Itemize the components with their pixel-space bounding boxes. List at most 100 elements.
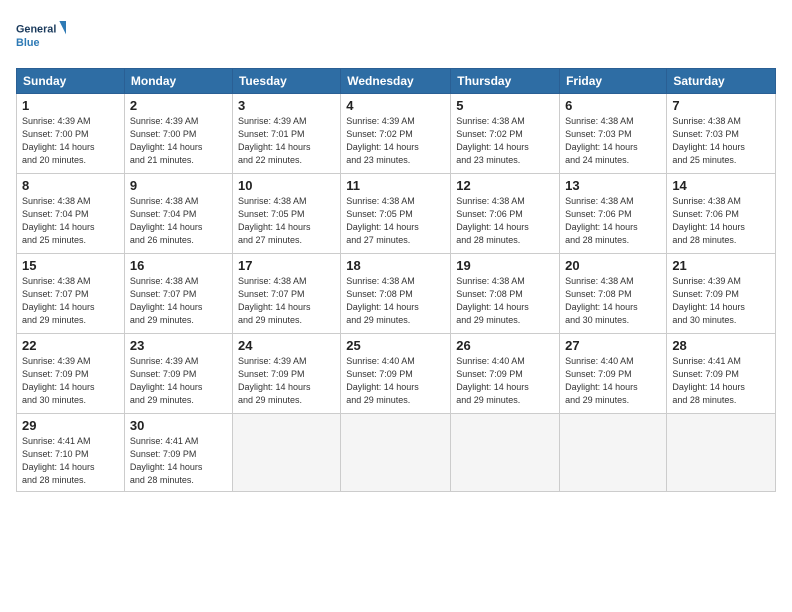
weekday-friday: Friday <box>560 69 667 94</box>
day-info: Sunrise: 4:41 AM Sunset: 7:09 PM Dayligh… <box>672 355 770 407</box>
calendar-cell: 16Sunrise: 4:38 AM Sunset: 7:07 PM Dayli… <box>124 254 232 334</box>
calendar-cell: 11 Sunrise: 4:38 AM Sunset: 7:05 PM Dayli… <box>341 174 451 254</box>
day-info: Sunrise: 4:38 AM Sunset: 7:06 PM Dayligh… <box>672 195 770 247</box>
day-info: Sunrise: 4:39 AM Sunset: 7:09 PM Dayligh… <box>672 275 770 327</box>
day-number: 27 <box>565 338 661 353</box>
weekday-sunday: Sunday <box>17 69 125 94</box>
day-number: 11 <box>346 178 445 193</box>
day-info: Sunrise: 4:38 AM Sunset: 7:06 PM Dayligh… <box>456 195 554 247</box>
svg-text:Blue: Blue <box>16 37 39 49</box>
calendar-cell: 5 Sunrise: 4:38 AM Sunset: 7:02 PM Daylig… <box>451 94 560 174</box>
day-number: 28 <box>672 338 770 353</box>
weekday-thursday: Thursday <box>451 69 560 94</box>
calendar-cell: 29 Sunrise: 4:41 AM Sunset: 7:10 PM Dayli… <box>17 414 125 492</box>
calendar-body: 1 Sunrise: 4:39 AM Sunset: 7:00 PM Daylig… <box>17 94 776 492</box>
day-number: 12 <box>456 178 554 193</box>
logo: General Blue <box>16 16 66 56</box>
calendar-cell: 19 Sunrise: 4:38 AM Sunset: 7:08 PM Dayli… <box>451 254 560 334</box>
day-info: Sunrise: 4:39 AM Sunset: 7:09 PM Dayligh… <box>130 355 227 407</box>
day-info: Sunrise: 4:39 AM Sunset: 7:02 PM Dayligh… <box>346 115 445 167</box>
week-row-5: 29 Sunrise: 4:41 AM Sunset: 7:10 PM Dayli… <box>17 414 776 492</box>
calendar-cell: 12 Sunrise: 4:38 AM Sunset: 7:06 PM Dayli… <box>451 174 560 254</box>
day-number: 17 <box>238 258 335 273</box>
calendar-cell: 20 Sunrise: 4:38 AM Sunset: 7:08 PM Dayli… <box>560 254 667 334</box>
day-number: 13 <box>565 178 661 193</box>
weekday-tuesday: Tuesday <box>232 69 340 94</box>
calendar-cell: 30 Sunrise: 4:41 AM Sunset: 7:09 PM Dayli… <box>124 414 232 492</box>
day-info: Sunrise: 4:38 AM Sunset: 7:08 PM Dayligh… <box>565 275 661 327</box>
day-number: 10 <box>238 178 335 193</box>
day-number: 20 <box>565 258 661 273</box>
calendar-cell <box>341 414 451 492</box>
day-info: Sunrise: 4:38 AM Sunset: 7:05 PM Dayligh… <box>238 195 335 247</box>
calendar-cell: 28 Sunrise: 4:41 AM Sunset: 7:09 PM Dayli… <box>667 334 776 414</box>
calendar-cell <box>560 414 667 492</box>
day-info: Sunrise: 4:38 AM Sunset: 7:07 PM Dayligh… <box>22 275 119 327</box>
weekday-saturday: Saturday <box>667 69 776 94</box>
day-info: Sunrise: 4:39 AM Sunset: 7:09 PM Dayligh… <box>238 355 335 407</box>
day-info: Sunrise: 4:38 AM Sunset: 7:08 PM Dayligh… <box>456 275 554 327</box>
day-number: 25 <box>346 338 445 353</box>
calendar-cell: 6Sunrise: 4:38 AM Sunset: 7:03 PM Daylig… <box>560 94 667 174</box>
day-number: 24 <box>238 338 335 353</box>
day-info: Sunrise: 4:38 AM Sunset: 7:02 PM Dayligh… <box>456 115 554 167</box>
calendar-cell: 24 Sunrise: 4:39 AM Sunset: 7:09 PM Dayli… <box>232 334 340 414</box>
day-number: 22 <box>22 338 119 353</box>
day-number: 23 <box>130 338 227 353</box>
day-number: 21 <box>672 258 770 273</box>
weekday-monday: Monday <box>124 69 232 94</box>
day-number: 3 <box>238 98 335 113</box>
calendar-cell: 9 Sunrise: 4:38 AM Sunset: 7:04 PM Daylig… <box>124 174 232 254</box>
day-number: 18 <box>346 258 445 273</box>
day-info: Sunrise: 4:38 AM Sunset: 7:07 PM Dayligh… <box>238 275 335 327</box>
day-number: 6 <box>565 98 661 113</box>
calendar-cell: 7 Sunrise: 4:38 AM Sunset: 7:03 PM Daylig… <box>667 94 776 174</box>
day-number: 14 <box>672 178 770 193</box>
calendar-cell: 13 Sunrise: 4:38 AM Sunset: 7:06 PM Dayli… <box>560 174 667 254</box>
day-number: 26 <box>456 338 554 353</box>
calendar-cell: 4Sunrise: 4:39 AM Sunset: 7:02 PM Daylig… <box>341 94 451 174</box>
calendar-cell: 21 Sunrise: 4:39 AM Sunset: 7:09 PM Dayli… <box>667 254 776 334</box>
calendar-cell: 2 Sunrise: 4:39 AM Sunset: 7:00 PM Daylig… <box>124 94 232 174</box>
calendar-cell: 15 Sunrise: 4:38 AM Sunset: 7:07 PM Dayli… <box>17 254 125 334</box>
day-info: Sunrise: 4:38 AM Sunset: 7:04 PM Dayligh… <box>130 195 227 247</box>
day-info: Sunrise: 4:38 AM Sunset: 7:04 PM Dayligh… <box>22 195 119 247</box>
day-number: 1 <box>22 98 119 113</box>
day-info: Sunrise: 4:40 AM Sunset: 7:09 PM Dayligh… <box>456 355 554 407</box>
calendar-cell: 27 Sunrise: 4:40 AM Sunset: 7:09 PM Dayli… <box>560 334 667 414</box>
calendar-cell: 23 Sunrise: 4:39 AM Sunset: 7:09 PM Dayli… <box>124 334 232 414</box>
day-info: Sunrise: 4:39 AM Sunset: 7:00 PM Dayligh… <box>22 115 119 167</box>
calendar-cell: 17 Sunrise: 4:38 AM Sunset: 7:07 PM Dayli… <box>232 254 340 334</box>
day-info: Sunrise: 4:38 AM Sunset: 7:07 PM Dayligh… <box>130 275 227 327</box>
day-info: Sunrise: 4:38 AM Sunset: 7:03 PM Dayligh… <box>672 115 770 167</box>
day-info: Sunrise: 4:40 AM Sunset: 7:09 PM Dayligh… <box>565 355 661 407</box>
calendar-cell: 14 Sunrise: 4:38 AM Sunset: 7:06 PM Dayli… <box>667 174 776 254</box>
day-number: 9 <box>130 178 227 193</box>
calendar-cell <box>451 414 560 492</box>
day-info: Sunrise: 4:41 AM Sunset: 7:10 PM Dayligh… <box>22 435 119 487</box>
logo-svg: General Blue <box>16 16 66 56</box>
week-row-2: 8 Sunrise: 4:38 AM Sunset: 7:04 PM Daylig… <box>17 174 776 254</box>
day-info: Sunrise: 4:38 AM Sunset: 7:06 PM Dayligh… <box>565 195 661 247</box>
day-number: 29 <box>22 418 119 433</box>
day-number: 5 <box>456 98 554 113</box>
svg-text:General: General <box>16 24 56 36</box>
page-header: General Blue <box>16 16 776 56</box>
day-info: Sunrise: 4:39 AM Sunset: 7:09 PM Dayligh… <box>22 355 119 407</box>
day-info: Sunrise: 4:41 AM Sunset: 7:09 PM Dayligh… <box>130 435 227 487</box>
day-info: Sunrise: 4:39 AM Sunset: 7:01 PM Dayligh… <box>238 115 335 167</box>
day-info: Sunrise: 4:38 AM Sunset: 7:05 PM Dayligh… <box>346 195 445 247</box>
calendar-cell: 3 Sunrise: 4:39 AM Sunset: 7:01 PM Daylig… <box>232 94 340 174</box>
day-number: 2 <box>130 98 227 113</box>
weekday-wednesday: Wednesday <box>341 69 451 94</box>
day-number: 15 <box>22 258 119 273</box>
day-info: Sunrise: 4:39 AM Sunset: 7:00 PM Dayligh… <box>130 115 227 167</box>
day-number: 30 <box>130 418 227 433</box>
calendar-cell: 8 Sunrise: 4:38 AM Sunset: 7:04 PM Daylig… <box>17 174 125 254</box>
day-number: 7 <box>672 98 770 113</box>
calendar-table: SundayMondayTuesdayWednesdayThursdayFrid… <box>16 68 776 492</box>
calendar-cell <box>232 414 340 492</box>
day-number: 19 <box>456 258 554 273</box>
day-number: 8 <box>22 178 119 193</box>
weekday-header-row: SundayMondayTuesdayWednesdayThursdayFrid… <box>17 69 776 94</box>
